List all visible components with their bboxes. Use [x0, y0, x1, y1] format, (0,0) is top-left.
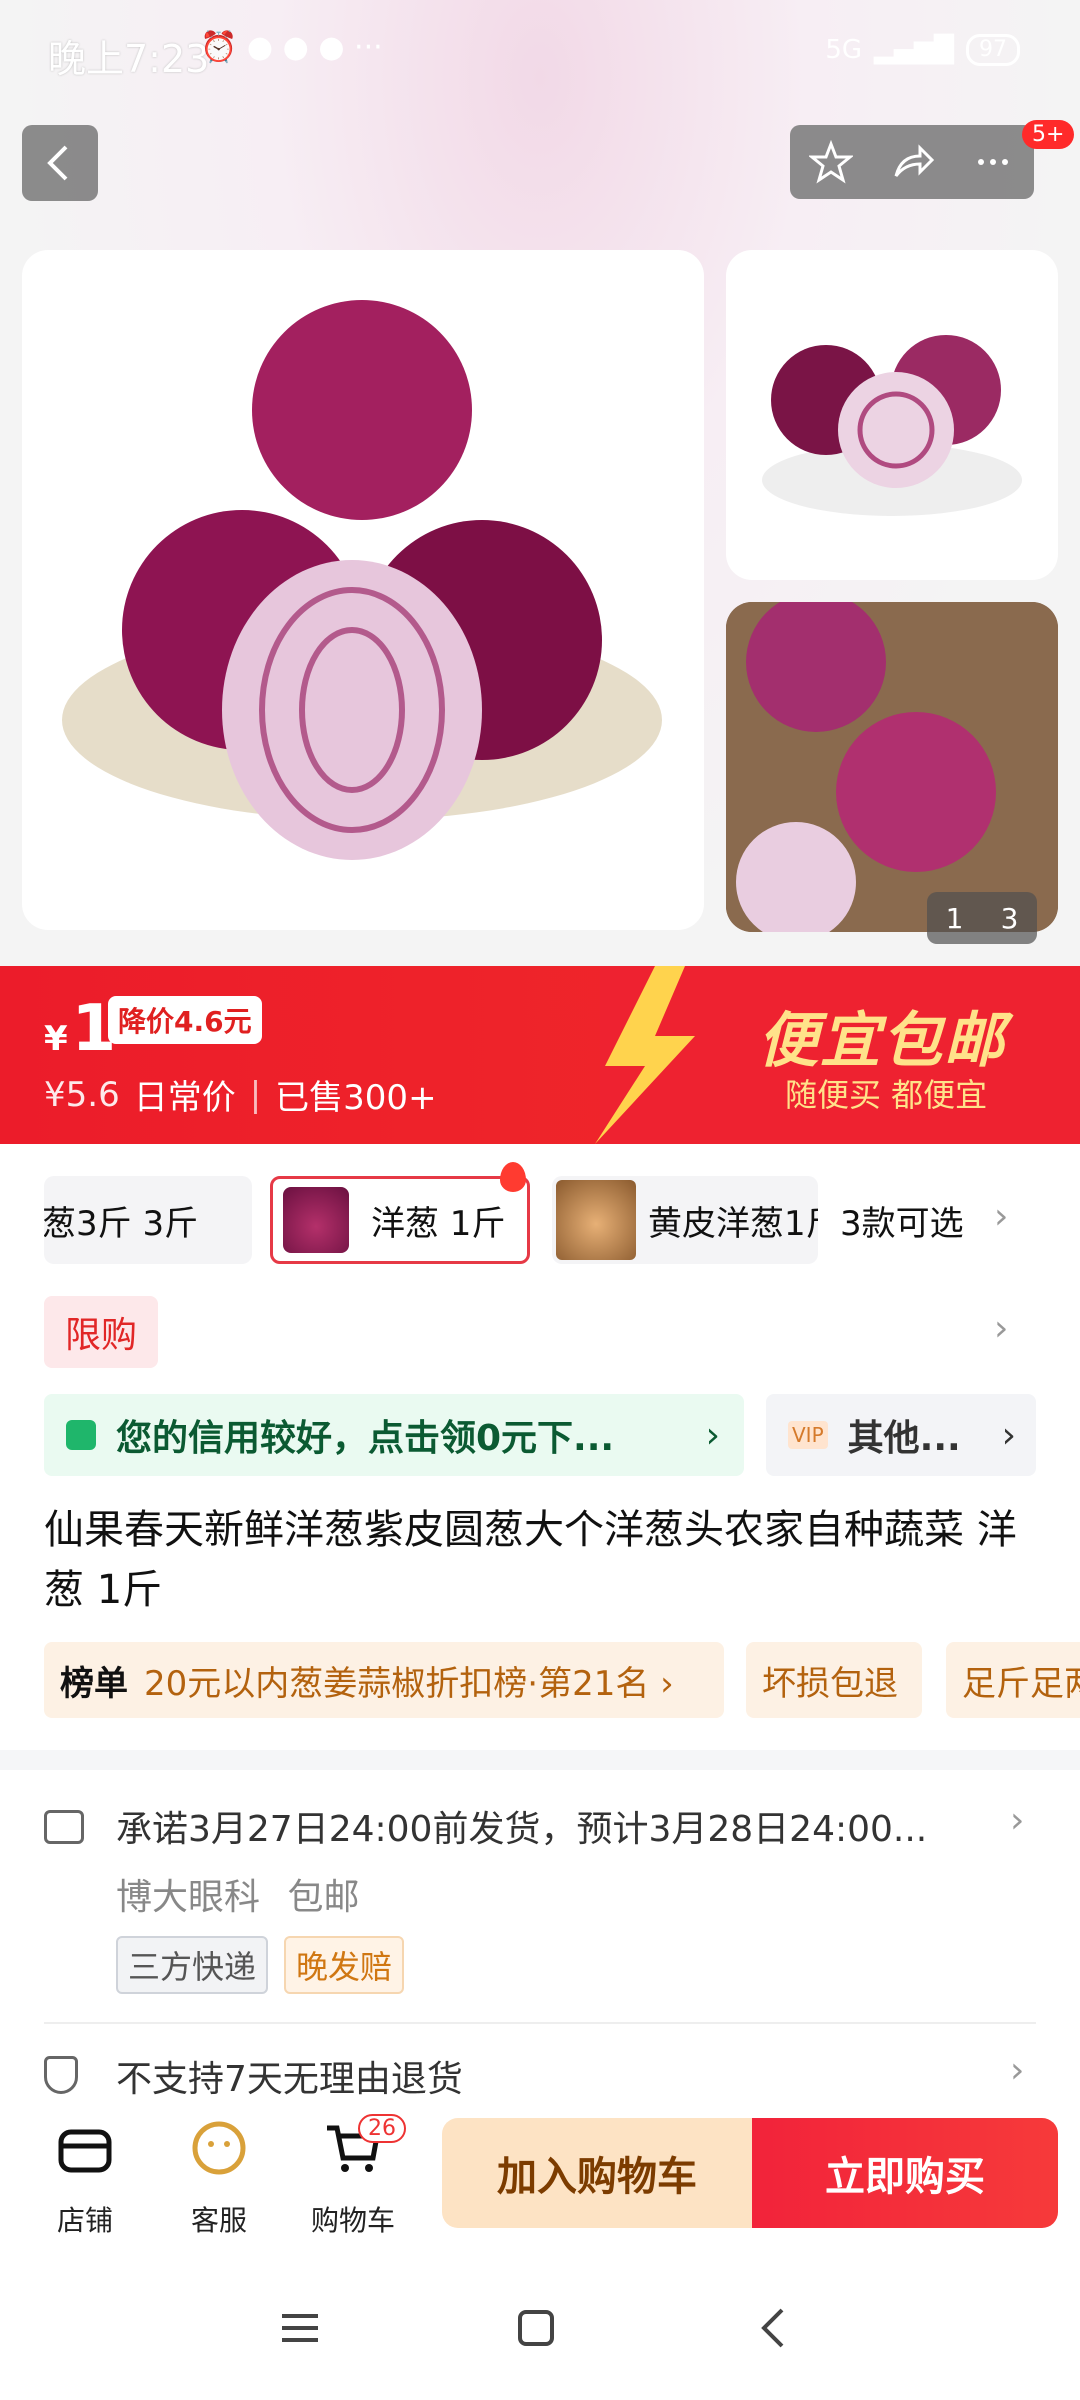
more-icon: [978, 159, 1009, 165]
back-button[interactable]: [22, 125, 98, 201]
signal-icon: ▂▄▆█: [874, 35, 954, 65]
price-sub-row: ¥5.6 日常价 | 已售300+: [44, 1070, 437, 1119]
store-name: 博大眼科: [116, 1877, 261, 1918]
shipping-promise: 承诺3月27日24:00前发货，预计3月28日24:00...: [116, 1809, 928, 1850]
vip-icon: VIP: [788, 1421, 828, 1449]
home-icon[interactable]: [514, 2306, 558, 2354]
top-action-group: [790, 125, 1034, 199]
thumbnail-image-1[interactable]: [726, 250, 1058, 580]
chevron-right-icon: ›: [1010, 2050, 1025, 2091]
chevron-right-icon: ›: [1010, 1800, 1025, 1841]
credit-text: 您的信用较好，点击领0元下...: [116, 1418, 615, 1459]
variant-option[interactable]: 洋葱3斤 3斤: [44, 1176, 252, 1264]
delivery-truck-icon: [44, 1810, 84, 1844]
shield-icon: [44, 2056, 78, 2094]
chevron-left-icon: [47, 145, 68, 181]
image-pager: 1 3: [927, 892, 1037, 944]
variant-label: 黄皮洋葱1斤: [648, 1203, 818, 1244]
pager-total: 3: [1000, 901, 1019, 935]
hot-icon: [500, 1162, 526, 1192]
status-time: 晚上7:23: [48, 37, 210, 81]
cart-label: 购物车: [310, 2204, 395, 2237]
main-product-image[interactable]: [22, 250, 704, 930]
service-icon: [192, 2121, 246, 2175]
price-drop-tag: 降价4.6元: [108, 996, 262, 1044]
product-title: 仙果春天新鲜洋葱紫皮圆葱大个洋葱头农家自种蔬菜 洋葱 1斤: [44, 1507, 1017, 1613]
divider: [44, 2022, 1036, 2024]
credit-banner[interactable]: 您的信用较好，点击领0元下... ›: [44, 1394, 744, 1476]
limit-tag: 限购: [44, 1296, 158, 1368]
status-notification-icons: ⏰ ● ● ● ···: [200, 30, 383, 65]
variant-option-selected[interactable]: 洋葱 1斤: [270, 1176, 530, 1264]
shopping-bag-icon: [66, 1420, 96, 1450]
full-weight-text: 足斤足两: [962, 1663, 1080, 1704]
share-icon: [894, 144, 934, 177]
courier-tag: 三方快递: [116, 1936, 269, 1994]
currency-symbol: ¥: [44, 1019, 68, 1059]
section-divider: [0, 1750, 1080, 1770]
lightning-icon: [595, 966, 695, 1144]
cart-count-badge: 26: [358, 2114, 406, 2143]
shipping-tags: 三方快递 晚发赔: [116, 1936, 405, 1994]
buy-now-button[interactable]: 立即购买: [752, 2118, 1058, 2228]
pager-current: 1: [945, 901, 964, 935]
variant-label: 洋葱3斤 3斤: [44, 1203, 199, 1244]
vip-text: 其他...: [847, 1418, 961, 1459]
status-bar: 晚上7:23 ⏰ ● ● ● ··· 5G ▂▄▆█ 97: [0, 0, 1080, 110]
variant-count[interactable]: 3款可选: [840, 1196, 964, 1245]
customer-service-button[interactable]: 客服: [164, 2118, 274, 2239]
separator: |: [249, 1074, 262, 1115]
menu-icon[interactable]: [278, 2306, 322, 2354]
chevron-right-icon: ›: [705, 1414, 720, 1456]
message-badge: 5+: [1022, 120, 1075, 149]
damage-refund-text: 坏损包退: [762, 1663, 898, 1704]
variant-option[interactable]: 黄皮洋葱1斤: [552, 1176, 818, 1264]
star-icon: [808, 140, 853, 184]
service-label: 客服: [190, 2204, 247, 2237]
promo-subtitle: 随便买 都便宜: [785, 1076, 988, 1114]
free-shipping-label: 包邮: [287, 1877, 360, 1918]
chevron-right-icon: ›: [1001, 1414, 1016, 1456]
ranking-text: 20元以内葱姜蒜椒折扣榜·第21名 ›: [144, 1663, 674, 1704]
onion-thumbnail: [762, 335, 1022, 516]
sold-count: 已售300+: [275, 1078, 437, 1118]
damage-refund-tag: 坏损包退: [746, 1642, 922, 1718]
share-button[interactable]: [871, 125, 952, 199]
thumbnail-image-2[interactable]: [726, 602, 1058, 932]
shipping-store-row: 博大眼科 包邮: [116, 1868, 359, 1920]
status-right: 5G ▂▄▆█ 97: [825, 34, 1020, 66]
price-banner: ¥ 1 降价4.6元 ¥5.6 日常价 | 已售300+ 便宜包邮 随便买 都便…: [0, 966, 1080, 1144]
full-weight-tag: 足斤足两: [946, 1642, 1080, 1718]
system-navigation-bar: [0, 2260, 1080, 2400]
variant-selector: 洋葱3斤 3斤 洋葱 1斤 黄皮洋葱1斤 3款可选 ›: [0, 1162, 1080, 1266]
variant-thumbnail: [556, 1180, 636, 1260]
add-to-cart-button[interactable]: 加入购物车: [442, 2118, 752, 2228]
variant-thumbnail: [283, 1187, 349, 1253]
favorite-button[interactable]: [790, 125, 871, 199]
original-price: ¥5.6: [44, 1074, 120, 1115]
network-label: 5G: [825, 35, 863, 65]
late-compensation-tag: 晚发赔: [284, 1936, 405, 1994]
return-policy-text: 不支持7天无理由退货: [116, 2059, 463, 2100]
battery-icon: 97: [966, 34, 1020, 66]
shop-label: 店铺: [56, 2204, 113, 2237]
store-icon: [58, 2129, 112, 2173]
onion-image: [62, 300, 662, 860]
chevron-right-icon[interactable]: ›: [994, 1196, 1008, 1237]
back-nav-icon[interactable]: [752, 2306, 796, 2354]
ranking-label: 榜单: [60, 1663, 128, 1704]
chevron-right-icon[interactable]: ›: [994, 1308, 1008, 1349]
ranking-tag[interactable]: 榜单 20元以内葱姜蒜椒折扣榜·第21名 ›: [44, 1642, 724, 1718]
promo-title: 便宜包邮: [758, 1006, 1006, 1076]
bottom-action-bar: 店铺 客服 购物车 26 加入购物车 立即购买: [0, 2100, 1080, 2260]
original-price-label: 日常价: [133, 1078, 236, 1118]
current-price: ¥ 1: [44, 992, 116, 1066]
vip-banner[interactable]: VIP 其他... ›: [766, 1394, 1036, 1476]
variant-label: 洋葱 1斤: [371, 1203, 506, 1244]
onion-basket-thumbnail: [726, 602, 1058, 932]
shop-button[interactable]: 店铺: [30, 2118, 140, 2239]
